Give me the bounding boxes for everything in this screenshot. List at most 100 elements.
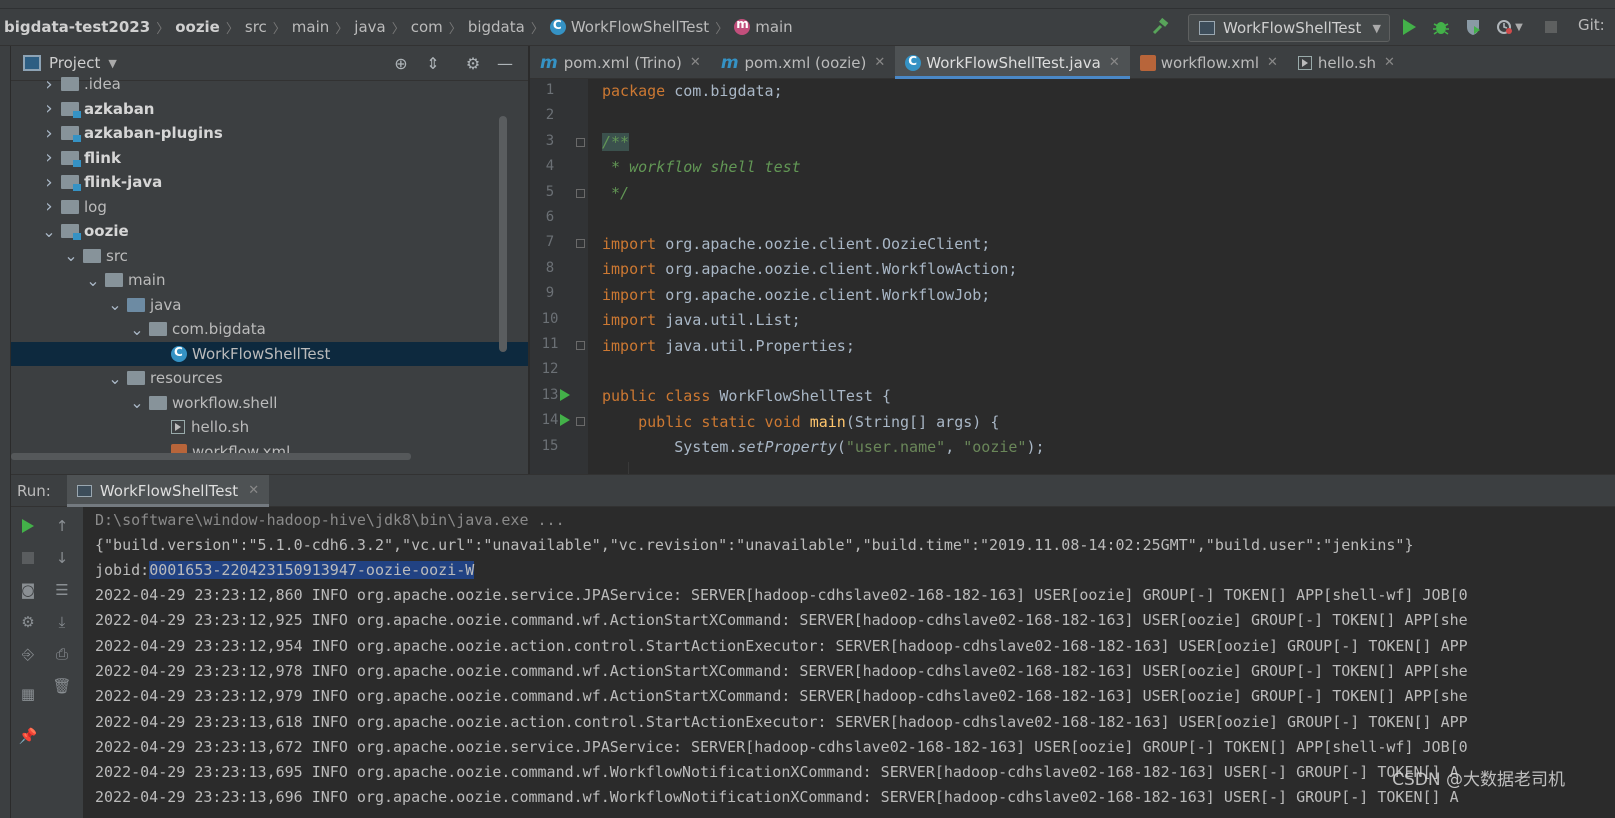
crumb-java[interactable]: java (350, 18, 389, 36)
close-icon[interactable]: ✕ (1384, 55, 1395, 70)
code-line-4[interactable]: * workflow shell test (602, 158, 801, 176)
tree-node[interactable]: ⌄ resources (11, 366, 528, 391)
tree-node[interactable]: WorkFlowShellTest (11, 341, 528, 366)
layout-icon[interactable]: ▦ (17, 683, 39, 705)
chevron-down-icon[interactable]: ⌄ (129, 320, 145, 339)
build-hammer-icon[interactable] (1150, 16, 1172, 38)
crumb-module[interactable]: oozie (171, 18, 224, 36)
settings-icon[interactable]: ⚙ (17, 611, 39, 633)
tree-node[interactable]: ⌄ workflow.shell (11, 391, 528, 416)
run-gutter-icon[interactable] (560, 388, 570, 401)
close-icon[interactable]: ✕ (874, 55, 885, 70)
crumb-method[interactable]: main (730, 17, 796, 36)
code-line-13[interactable]: public class WorkFlowShellTest { (602, 387, 891, 405)
chevron-right-icon[interactable]: › (41, 196, 57, 217)
crumb-class[interactable]: WorkFlowShellTest (546, 18, 713, 36)
tab-workflowshelltest-java[interactable]: WorkFlowShellTest.java ✕ (895, 46, 1131, 79)
tree-horizontal-scrollbar[interactable] (11, 453, 411, 460)
coverage-icon[interactable] (1462, 16, 1484, 38)
fold-icon[interactable] (576, 341, 585, 350)
chevron-down-icon[interactable]: ▼ (1512, 16, 1526, 38)
tab-hello-sh[interactable]: hello.sh ✕ (1288, 46, 1405, 79)
code-line-9[interactable]: import org.apache.oozie.client.WorkflowJ… (602, 286, 990, 304)
close-icon[interactable]: ✕ (690, 55, 701, 70)
console-output[interactable]: D:\software\window-hadoop-hive\jdk8\bin\… (95, 507, 1615, 818)
tab-pom-oozie[interactable]: m pom.xml (oozie) ✕ (711, 46, 895, 79)
crumb-project[interactable]: bigdata-test2023 (0, 18, 154, 36)
locate-icon[interactable]: ⊕ (391, 54, 411, 74)
trash-icon[interactable]: 🗑 (51, 675, 73, 697)
hide-icon[interactable]: — (495, 54, 515, 74)
crumb-com[interactable]: com (407, 18, 447, 36)
tree-scrollbar[interactable] (499, 116, 507, 352)
crumb-src[interactable]: src (241, 18, 271, 36)
chevron-right-icon[interactable]: › (41, 147, 57, 168)
print-icon[interactable]: ⎙ (51, 643, 73, 665)
soft-wrap-icon[interactable]: ☰ (51, 579, 73, 601)
arrow-down-icon[interactable]: ↓ (51, 547, 73, 569)
chevron-down-icon[interactable]: ⌄ (107, 369, 123, 388)
fold-icon[interactable] (576, 137, 585, 147)
collapse-all-icon[interactable]: ⇕ (423, 54, 443, 74)
code-line-7[interactable]: import org.apache.oozie.client.OozieClie… (602, 235, 990, 253)
tab-workflow-xml[interactable]: workflow.xml ✕ (1130, 46, 1288, 79)
chevron-down-icon[interactable]: ⌄ (107, 295, 123, 314)
tree-node[interactable]: workflow.xml (11, 440, 528, 465)
close-icon[interactable]: ✕ (248, 483, 259, 498)
code-line-1[interactable]: package com.bigdata; (602, 82, 783, 100)
tree-node[interactable]: › log (11, 195, 528, 220)
code-line-5[interactable]: */ (602, 184, 629, 202)
chevron-down-icon[interactable]: ▼ (108, 57, 116, 70)
tab-pom-trino[interactable]: m pom.xml (Trino) ✕ (530, 46, 711, 79)
chevron-right-icon[interactable]: › (41, 172, 57, 193)
fold-icon[interactable] (576, 417, 585, 427)
fold-icon[interactable] (576, 239, 585, 249)
chevron-right-icon[interactable]: › (41, 74, 57, 95)
tree-node[interactable]: › azkaban (11, 97, 528, 122)
camera-icon[interactable]: ◙ (17, 579, 39, 601)
fold-icon[interactable] (576, 188, 585, 198)
tree-node[interactable]: ⌄ src (11, 244, 528, 269)
chevron-down-icon[interactable]: ⌄ (129, 393, 145, 412)
close-icon[interactable]: ✕ (1267, 55, 1278, 70)
close-icon[interactable]: ✕ (1109, 55, 1120, 70)
code-line-8[interactable]: import org.apache.oozie.client.WorkflowA… (602, 260, 1017, 278)
code-line-14[interactable]: public static void main(String[] args) { (602, 413, 999, 431)
tree-node[interactable]: ⌄ com.bigdata (11, 317, 528, 342)
run-tab[interactable]: WorkFlowShellTest ✕ (66, 474, 270, 507)
jobid-value[interactable]: 0001653-220423150913947-oozie-oozi-W (149, 561, 475, 579)
stop-icon[interactable] (17, 547, 39, 569)
code-line-3[interactable]: /** (602, 133, 630, 151)
debug-icon[interactable] (1430, 16, 1452, 38)
rerun-icon[interactable] (17, 515, 39, 537)
arrow-up-icon[interactable]: ↑ (51, 515, 73, 537)
code-line-15[interactable]: System.setProperty("user.name", "oozie")… (602, 438, 1044, 456)
chevron-down-icon[interactable]: ⌄ (41, 222, 57, 241)
tree-node[interactable]: › flink (11, 146, 528, 171)
tree-node[interactable]: hello.sh (11, 415, 528, 440)
tree-node[interactable]: ⌄ oozie (11, 219, 528, 244)
chevron-down-icon[interactable]: ⌄ (85, 271, 101, 290)
run-gutter-icon[interactable] (560, 414, 570, 427)
tree-node[interactable]: › flink-java (11, 170, 528, 195)
run-icon[interactable] (1398, 16, 1420, 38)
crumb-bigdata[interactable]: bigdata (464, 18, 529, 36)
chevron-right-icon[interactable]: › (41, 98, 57, 119)
chevron-down-icon[interactable]: ⌄ (63, 246, 79, 265)
crumb-main[interactable]: main (288, 18, 333, 36)
gear-icon[interactable]: ⚙ (463, 54, 483, 74)
tree-node[interactable]: › azkaban-plugins (11, 121, 528, 146)
exit-icon[interactable]: ⎆ (17, 643, 39, 665)
pin-icon[interactable]: 📌 (17, 725, 39, 747)
code-line-11[interactable]: import java.util.Properties; (602, 337, 855, 355)
tree-node[interactable]: ⌄ main (11, 268, 528, 293)
project-title[interactable]: Project (49, 54, 100, 72)
tree-node[interactable]: ⌄ java (11, 293, 528, 318)
stop-icon[interactable] (1540, 16, 1562, 38)
scroll-to-end-icon[interactable]: ⤓ (51, 611, 73, 633)
code-line-10[interactable]: import java.util.List; (602, 311, 801, 329)
vcs-label[interactable]: Git: (1578, 16, 1605, 34)
tree-node[interactable]: › .idea (11, 72, 528, 97)
chevron-right-icon[interactable]: › (41, 123, 57, 144)
run-configuration-dropdown[interactable]: WorkFlowShellTest ▼ (1188, 14, 1390, 42)
